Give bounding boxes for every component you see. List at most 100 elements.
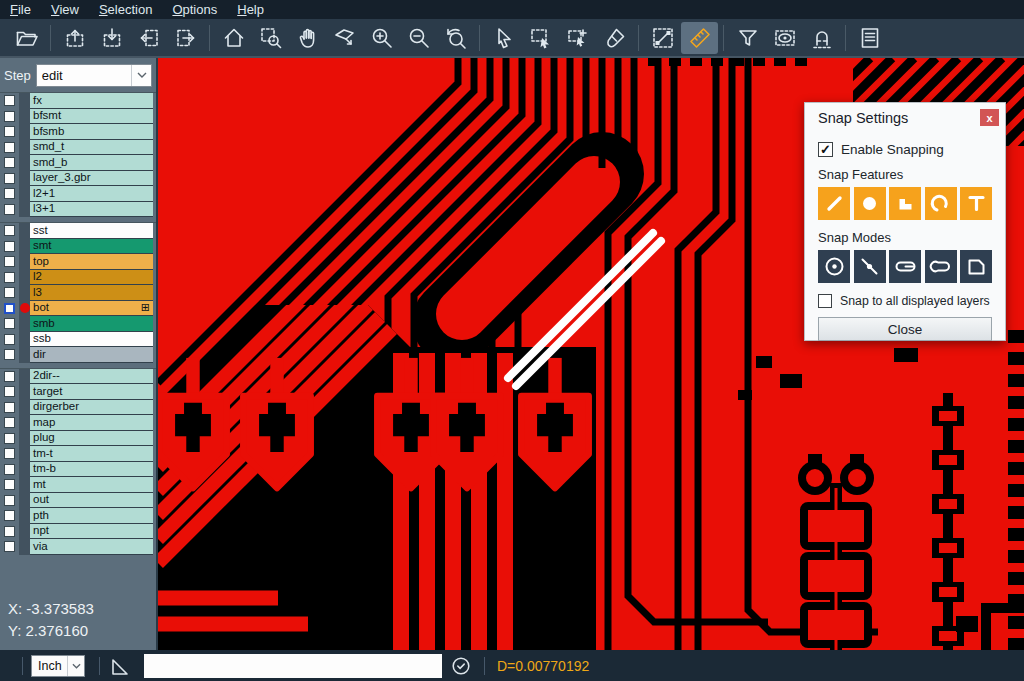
layer-name-l2+1[interactable]: l2+1 [30,186,153,202]
step-select[interactable]: edit [36,64,152,87]
layer-visibility-checkbox[interactable] [4,541,15,552]
toolbar-button-open-file[interactable] [8,22,45,54]
layer-visibility-checkbox[interactable] [4,173,15,184]
toolbar-button-import-right[interactable] [167,22,204,54]
layer-active-indicator[interactable] [19,493,30,509]
feature-button-snap-surface[interactable] [889,187,921,220]
layer-name-smt[interactable]: smt [30,239,153,255]
layer-visibility-checkbox[interactable] [4,386,15,397]
toolbar-button-pan-hand[interactable] [289,22,326,54]
layer-visibility-checkbox[interactable] [4,318,15,329]
feature-button-snap-arc[interactable] [925,187,957,220]
menu-item-help[interactable]: Help [227,2,274,17]
refresh-icon[interactable] [450,655,472,677]
toolbar-button-zoom-out[interactable] [400,22,437,54]
layer-active-indicator[interactable] [19,254,30,270]
layer-active-indicator[interactable] [19,285,30,301]
layer-active-indicator[interactable] [19,462,30,478]
mode-button-mode-polygon[interactable] [960,250,992,283]
layer-name-via[interactable]: via [30,539,153,555]
layer-visibility-checkbox[interactable] [4,464,15,475]
toolbar-button-import-down[interactable] [93,22,130,54]
toolbar-button-zoom-polygon[interactable] [326,22,363,54]
toolbar-button-zoom-previous[interactable] [437,22,474,54]
menu-item-view[interactable]: View [41,2,89,17]
layer-visibility-checkbox[interactable] [4,126,15,137]
layer-name-ssb[interactable]: ssb [30,332,153,348]
layer-visibility-checkbox[interactable] [4,526,15,537]
layer-name-fx[interactable]: fx [30,93,153,109]
layer-visibility-checkbox[interactable] [4,303,15,314]
enable-snapping-checkbox[interactable]: ✓ [818,142,833,157]
layer-active-indicator[interactable] [19,539,30,555]
toolbar-button-zoom-in[interactable] [363,22,400,54]
layer-name-bfsmb[interactable]: bfsmb [30,124,153,140]
layer-visibility-checkbox[interactable] [4,510,15,521]
layer-active-indicator[interactable] [19,431,30,447]
layer-visibility-checkbox[interactable] [4,272,15,283]
angle-icon[interactable] [108,654,132,678]
layer-name-sst[interactable]: sst [30,223,153,239]
layer-active-indicator[interactable] [19,316,30,332]
toolbar-button-select-group[interactable] [559,22,596,54]
close-button[interactable]: Close [818,317,992,341]
toolbar-button-home-view[interactable] [215,22,252,54]
toolbar-button-report[interactable] [851,22,888,54]
toolbar-button-select-cursor[interactable] [485,22,522,54]
layer-visibility-checkbox[interactable] [4,417,15,428]
layer-name-npt[interactable]: npt [30,524,153,540]
layer-active-indicator[interactable] [19,446,30,462]
layer-name-tm-b[interactable]: tm-b [30,462,153,478]
layer-visibility-checkbox[interactable] [4,334,15,345]
layer-active-indicator[interactable] [19,270,30,286]
toolbar-button-import-left[interactable] [130,22,167,54]
layer-visibility-checkbox[interactable] [4,402,15,413]
layer-name-out[interactable]: out [30,493,153,509]
layer-name-layer_3.gbr[interactable]: layer_3.gbr [30,171,153,187]
layer-visibility-checkbox[interactable] [4,111,15,122]
layer-visibility-checkbox[interactable] [4,479,15,490]
command-input[interactable] [144,654,442,678]
feature-button-snap-line[interactable] [818,187,850,220]
layer-active-indicator[interactable] [19,415,30,431]
layer-name-target[interactable]: target [30,384,153,400]
layer-name-l3+1[interactable]: l3+1 [30,202,153,218]
layer-active-indicator[interactable] [19,332,30,348]
layer-name-tm-t[interactable]: tm-t [30,446,153,462]
layer-visibility-checkbox[interactable] [4,225,15,236]
layer-name-l2[interactable]: l2 [30,270,153,286]
mode-button-mode-slot[interactable] [925,250,957,283]
unit-select[interactable]: Inch [31,655,85,677]
layer-name-plug[interactable]: plug [30,431,153,447]
layer-active-indicator[interactable] [19,124,30,140]
layer-active-indicator[interactable] [19,400,30,416]
layer-visibility-checkbox[interactable] [4,256,15,267]
close-icon[interactable]: x [980,109,999,126]
layer-active-indicator[interactable] [19,186,30,202]
layer-active-indicator[interactable] [19,93,30,109]
toolbar-button-import-up[interactable] [56,22,93,54]
layer-visibility-checkbox[interactable] [4,95,15,106]
layer-name-mt[interactable]: mt [30,477,153,493]
toolbar-button-show-region[interactable] [766,22,803,54]
layer-name-map[interactable]: map [30,415,153,431]
layer-active-indicator[interactable] [19,508,30,524]
layer-visibility-checkbox[interactable] [4,433,15,444]
layer-active-indicator[interactable] [19,223,30,239]
layer-visibility-checkbox[interactable] [4,204,15,215]
layer-active-indicator[interactable] [19,171,30,187]
layer-visibility-checkbox[interactable] [4,188,15,199]
menu-item-file[interactable]: File [0,2,41,17]
layer-active-indicator[interactable] [19,524,30,540]
toolbar-button-snap-magnet[interactable] [803,22,840,54]
feature-button-snap-text[interactable] [960,187,992,220]
layer-active-indicator[interactable] [19,109,30,125]
layer-visibility-checkbox[interactable] [4,495,15,506]
layer-visibility-checkbox[interactable] [4,142,15,153]
layer-visibility-checkbox[interactable] [4,241,15,252]
toolbar-button-measure-line[interactable] [644,22,681,54]
layer-name-dir[interactable]: dir [30,347,153,363]
layer-visibility-checkbox[interactable] [4,448,15,459]
mode-button-mode-line-point[interactable] [854,250,886,283]
mode-button-mode-center[interactable] [818,250,850,283]
